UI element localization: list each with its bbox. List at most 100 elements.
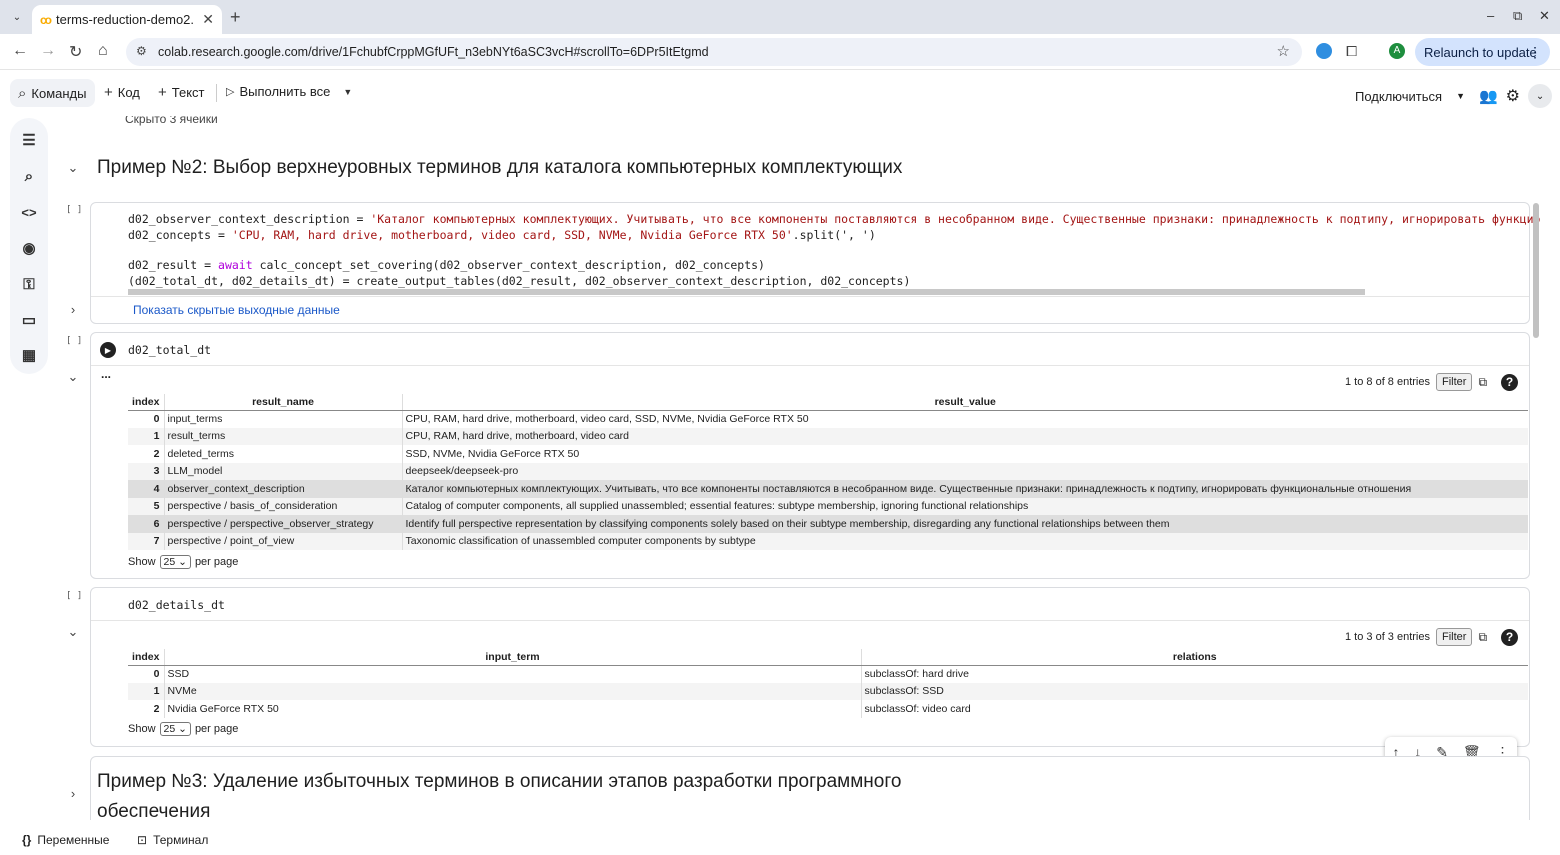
per-page-select[interactable]: 25 ⌄ (159, 722, 191, 736)
relaunch-button[interactable]: Relaunch to update ⋮ (1415, 38, 1550, 66)
home-icon[interactable]: ⌂ (98, 42, 108, 60)
output-collapse-chevron-icon[interactable]: ⌄ (66, 624, 80, 640)
hidden-cells-text[interactable]: Скрыто 3 ячейки (125, 116, 218, 126)
table-row: 0 input_terms CPU, RAM, hard drive, mother… (128, 410, 1528, 428)
profile-avatar[interactable]: A (1389, 43, 1405, 59)
forward-icon[interactable]: → (40, 42, 56, 60)
code-snippets-icon[interactable]: <> (19, 202, 39, 222)
site-info-icon[interactable]: ⚙ (136, 44, 147, 58)
files-folder-icon[interactable]: ▭ (19, 310, 39, 330)
cell1-code-line4[interactable]: (d02_total_dt, d02_details_dt) = create_… (128, 274, 910, 290)
table-cell: subclassOf: hard drive (860, 665, 1528, 683)
copy-icon[interactable]: ⧉ (1478, 375, 1487, 390)
collapse-header-icon[interactable]: ⌄ (1528, 84, 1553, 108)
restore-icon[interactable]: ⧉ (1513, 8, 1522, 24)
browser-menu-icon[interactable]: ⋮ (1528, 44, 1542, 61)
close-tab-icon[interactable]: ✕ (202, 11, 214, 28)
add-code-button[interactable]: + Код (104, 84, 140, 101)
table-row: 2 deleted_terms SSD, NVMe, Nvidia GeForce … (128, 445, 1528, 463)
output-expand-chevron-icon[interactable]: › (66, 302, 80, 317)
vertical-scrollbar[interactable] (1533, 203, 1539, 338)
play-icon: ▷ (226, 86, 235, 98)
extensions-puzzle-icon[interactable]: ⧠ (1346, 43, 1357, 60)
close-window-icon[interactable]: ✕ (1539, 8, 1550, 24)
new-tab-icon[interactable]: + (230, 7, 241, 28)
code-cell-1[interactable]: d02_observer_context_description = 'Ката… (90, 202, 1540, 324)
connect-button[interactable]: Подключиться (1355, 89, 1442, 104)
data-table-icon[interactable]: ▦ (19, 345, 39, 365)
show-hidden-outputs-link[interactable]: Показать скрытые выходные данные (133, 303, 340, 317)
filter-button[interactable]: Filter (1436, 373, 1473, 391)
plus-icon: + (158, 84, 167, 101)
entries-info: 1 to 8 of 8 entries (1345, 376, 1430, 388)
terminal-icon: ⊡ (137, 833, 148, 847)
table-cell: LLM_model (163, 462, 402, 480)
column-header[interactable]: result_name (163, 394, 402, 411)
table-of-contents-icon[interactable]: ☰ (19, 130, 39, 150)
run-all-button[interactable]: ▷ Выполнить все ▼ (226, 84, 352, 99)
dropdown-arrow-icon[interactable]: ▼ (343, 87, 352, 97)
code-cell-3[interactable]: d02_details_dt 1 to 3 of 3 entries Filte… (90, 587, 1530, 747)
divider (91, 365, 1529, 366)
cell1-code-line2[interactable]: d02_concepts = 'CPU, RAM, hard drive, mo… (128, 228, 876, 244)
cell2-code[interactable]: d02_total_dt (128, 343, 211, 359)
column-header[interactable]: index (128, 394, 164, 411)
table-row: 6 perspective / perspective_observer_stra… (128, 515, 1528, 533)
column-header[interactable]: index (128, 649, 164, 666)
table-cell: deleted_terms (163, 445, 402, 463)
variables-inspector-icon[interactable]: ◉ (19, 238, 39, 258)
section-collapse-chevron-icon[interactable]: ⌄ (66, 160, 80, 176)
commands-button[interactable]: ⌕ Команды (10, 79, 95, 107)
table-row: 4 observer_context_description Каталог ком… (128, 480, 1528, 498)
left-sidebar: ☰ ⌕ <> ◉ ⚿ ▭ ▦ (10, 118, 48, 374)
column-header[interactable]: result_value (401, 394, 1528, 411)
section-expand-chevron-icon[interactable]: › (66, 786, 80, 801)
table-info-bar: 1 to 3 of 3 entries Filter ⧉ ? (1345, 628, 1519, 646)
settings-gear-icon[interactable]: ⚙ (1506, 86, 1520, 106)
page-size-control: Show 25 ⌄ per page (128, 555, 238, 569)
table-cell: 3 (128, 462, 164, 480)
cell1-code-line1[interactable]: d02_observer_context_description = 'Ката… (128, 212, 1540, 228)
extension-icon[interactable] (1316, 43, 1332, 59)
column-header[interactable]: input_term (163, 649, 861, 666)
cell1-execution-bracket: [ ] (66, 205, 83, 215)
help-icon[interactable]: ? (1501, 373, 1519, 391)
table-cell: 1 (128, 427, 164, 445)
text-cell-section3[interactable]: Пример №3: Удаление избыточных терминов … (90, 756, 1530, 820)
cell1-code-line3[interactable]: d02_result = await calc_concept_set_cove… (128, 258, 765, 274)
commands-label: Команды (31, 85, 87, 101)
table-cell: SSD (163, 665, 861, 683)
terminal-button[interactable]: ⊡ Терминал (137, 833, 208, 847)
minimize-icon[interactable]: – (1487, 8, 1494, 23)
table-cell: 4 (128, 480, 164, 498)
cell3-code[interactable]: d02_details_dt (128, 598, 225, 614)
share-people-icon[interactable]: 👥 (1479, 87, 1498, 105)
per-page-label: per page (194, 723, 239, 735)
table-cell: perspective / basis_of_consideration (163, 497, 402, 515)
tab-search-icon[interactable]: ⌄ (6, 6, 28, 28)
find-replace-icon[interactable]: ⌕ (19, 166, 39, 186)
table-cell: subclassOf: video card (860, 700, 1528, 718)
output-collapse-chevron-icon[interactable]: ⌄ (66, 369, 80, 385)
output-actions-icon[interactable]: ... (101, 367, 111, 381)
connect-dropdown-icon[interactable]: ▼ (1456, 91, 1465, 101)
code-cell-2[interactable]: ▶ d02_total_dt ... 1 to 8 of 8 entries F… (90, 332, 1530, 579)
add-text-button[interactable]: + Текст (158, 84, 205, 101)
bookmark-star-icon[interactable]: ☆ (1277, 42, 1290, 60)
address-bar[interactable]: ⚙ colab.research.google.com/drive/1Fchub… (126, 38, 1302, 66)
browser-tab[interactable]: co terms-reduction-demo2. ✕ (32, 5, 222, 34)
reload-icon[interactable]: ↻ (69, 42, 82, 62)
table-cell: 7 (128, 532, 164, 550)
column-header[interactable]: relations (860, 649, 1528, 666)
run-cell-button[interactable]: ▶ (100, 342, 116, 358)
filter-button[interactable]: Filter (1436, 628, 1473, 646)
add-code-label: Код (117, 85, 140, 100)
back-icon[interactable]: ← (12, 42, 28, 60)
horizontal-scrollbar[interactable] (128, 289, 1365, 295)
per-page-select[interactable]: 25 ⌄ (159, 555, 191, 569)
help-icon[interactable]: ? (1501, 628, 1519, 646)
secrets-key-icon[interactable]: ⚿ (19, 274, 39, 294)
url-text: colab.research.google.com/drive/1FchubfC… (158, 45, 709, 59)
copy-icon[interactable]: ⧉ (1478, 630, 1487, 645)
variables-button[interactable]: {} Переменные (22, 833, 109, 847)
